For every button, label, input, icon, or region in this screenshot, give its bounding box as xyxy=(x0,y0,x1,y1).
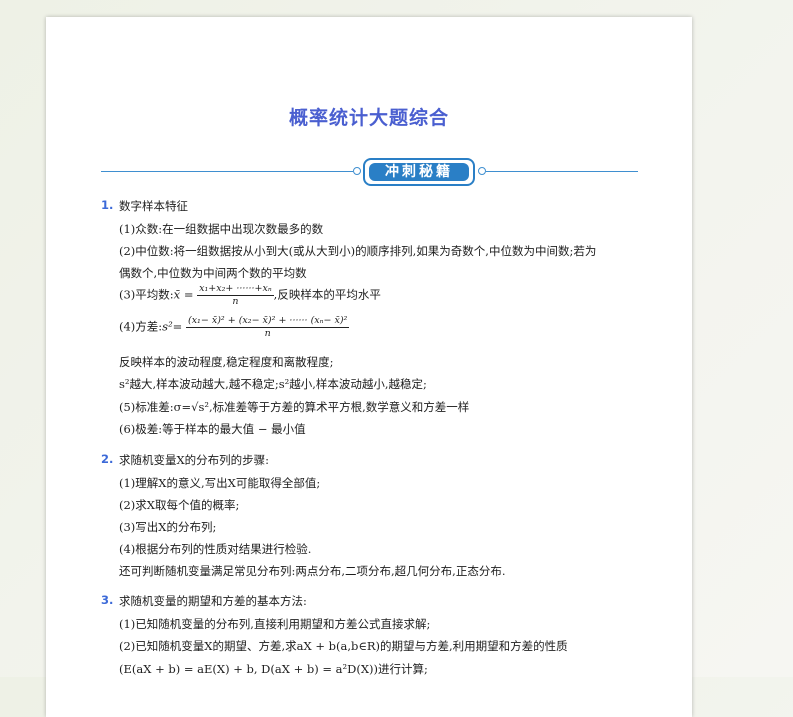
banner-dot-left xyxy=(353,167,361,175)
section-2-line-2: (2)求X取每个值的概率; xyxy=(119,498,240,512)
section-1-heading: 数字样本特征 xyxy=(119,199,188,213)
variance-denominator: n xyxy=(264,328,271,339)
section-1-line-9: (5)标准差:σ=√s²,标准差等于方差的算术平方根,数学意义和方差一样 xyxy=(119,400,470,414)
section-1-line-1: (1)众数:在一组数据中出现次数最多的数 xyxy=(119,222,324,236)
section-2-line-3: (3)写出X的分布列; xyxy=(119,520,217,534)
mean-label: (3)平均数: xyxy=(119,287,174,302)
mean-numerator: x₁+x₂+ ······+xₙ xyxy=(197,283,274,296)
section-2-line-4: (4)根据分布列的性质对结果进行检验. xyxy=(119,542,312,556)
mean-lhs: x̄ = xyxy=(173,287,194,302)
variance-label: (4)方差: xyxy=(119,319,163,334)
section-1-line-2: (2)中位数:将一组数据按从小到大(或从大到小)的顺序排列,如果为奇数个,中位数… xyxy=(119,244,597,258)
section-2-line-1: (1)理解X的意义,写出X可能取得全部值; xyxy=(119,476,321,490)
mean-fraction: x₁+x₂+ ······+xₙ n xyxy=(197,283,274,308)
section-3-heading: 求随机变量的期望和方差的基本方法: xyxy=(119,594,307,608)
banner-dot-right xyxy=(478,167,486,175)
section-banner: 冲刺秘籍 xyxy=(101,156,638,188)
variance-lhs: s²= xyxy=(162,319,183,334)
section-1-line-8: s²越大,样本波动越大,越不稳定;s²越小,样本波动越小,越稳定; xyxy=(119,377,427,391)
section-2-number: 2. xyxy=(101,452,114,466)
section-1-mean-line: (3)平均数:x̄ = x₁+x₂+ ······+xₙ n ,反映样本的平均水… xyxy=(119,283,381,308)
section-3-line-1: (1)已知随机变量的分布列,直接利用期望和方差公式直接求解; xyxy=(119,617,431,631)
section-2-heading: 求随机变量X的分布列的步骤: xyxy=(119,453,270,467)
banner-line-right xyxy=(486,171,638,172)
section-3-number: 3. xyxy=(101,593,114,607)
section-1-line-10: (6)极差:等于样本的最大值 − 最小值 xyxy=(119,422,306,436)
section-1-line-7: 反映样本的波动程度,稳定程度和离散程度; xyxy=(119,355,334,369)
page-title: 概率统计大题综合 xyxy=(288,107,449,129)
banner-label: 冲刺秘籍 xyxy=(369,163,469,181)
section-3-line-2: (2)已知随机变量X的期望、方差,求aX + b(a,b∈R)的期望与方差,利用… xyxy=(119,639,568,653)
variance-fraction: (x₁− x̄)² + (x₂− x̄)² + ······ (xₙ− x̄)²… xyxy=(185,315,350,340)
mean-denominator: n xyxy=(232,296,239,307)
section-1-variance-line: (4)方差:s²= (x₁− x̄)² + (x₂− x̄)² + ······… xyxy=(119,315,350,340)
section-2-line-5: 还可判断随机变量满足常见分布列:两点分布,二项分布,超几何分布,正态分布. xyxy=(119,564,506,578)
section-1-number: 1. xyxy=(101,198,114,212)
banner-box: 冲刺秘籍 xyxy=(363,158,475,186)
mean-note: ,反映样本的平均水平 xyxy=(273,287,381,302)
banner-line-left xyxy=(101,171,353,172)
variance-numerator: (x₁− x̄)² + (x₂− x̄)² + ······ (xₙ− x̄)² xyxy=(185,315,350,328)
section-1-line-3: 偶数个,中位数为中间两个数的平均数 xyxy=(119,266,307,280)
document-page: 概率统计大题综合 冲刺秘籍 1. 数字样本特征 (1)众数:在一组数据中出现次数… xyxy=(46,17,692,717)
section-3-line-3: (E(aX + b) = aE(X) + b, D(aX + b) = a²D(… xyxy=(119,662,428,676)
